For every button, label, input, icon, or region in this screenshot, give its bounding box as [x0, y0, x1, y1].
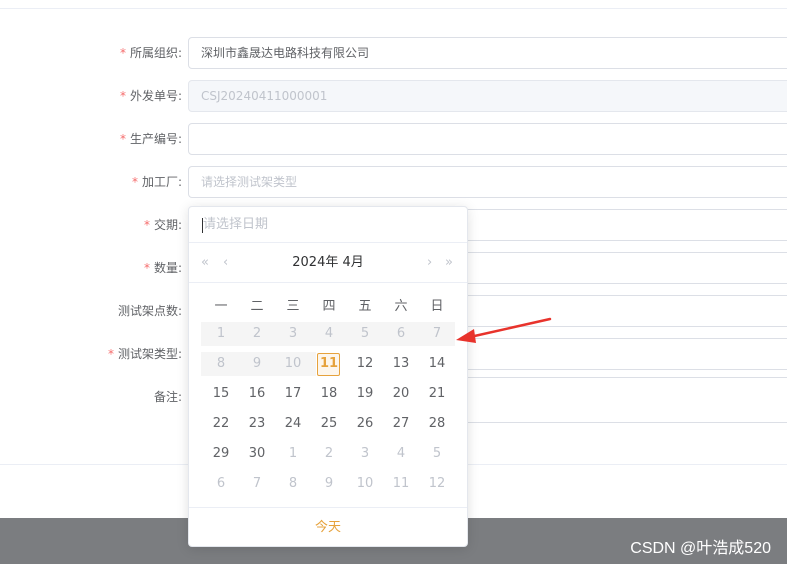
calendar-day[interactable]: 11 — [311, 352, 347, 376]
form-row-prod: * 生产编号: — [0, 123, 787, 155]
factory-select[interactable]: 请选择测试架类型 — [188, 166, 787, 198]
calendar-day[interactable]: 14 — [419, 352, 455, 376]
date-picker-input[interactable]: 请选择日期 — [189, 207, 467, 243]
required-mark: * — [143, 218, 150, 232]
date-picker-title[interactable]: 2024年 4月 — [189, 243, 467, 283]
next-year-button[interactable]: » — [445, 243, 453, 283]
calendar-day[interactable]: 27 — [383, 412, 419, 436]
calendar-day: 3 — [288, 326, 298, 341]
form-row-order: * 外发单号: CSJ20240411000001 — [0, 80, 787, 112]
required-mark: * — [119, 46, 126, 60]
red-arrow-annotation — [456, 317, 552, 343]
required-mark: * — [119, 132, 126, 146]
type-label: * 测试架类型: — [108, 338, 182, 370]
calendar-day: 2 — [252, 326, 262, 341]
date-picker-header: « ‹ 2024年 4月 › » — [189, 243, 467, 283]
calendar-day[interactable]: 7 — [239, 472, 275, 496]
calendar-day[interactable]: 24 — [275, 412, 311, 436]
prod-label-text: 生产编号: — [129, 132, 182, 146]
date-picker-panel: 请选择日期 « ‹ 2024年 4月 › » 一二三四五六日 123456789… — [188, 206, 468, 547]
org-input[interactable]: 深圳市鑫晟达电路科技有限公司 — [188, 37, 787, 69]
today-button[interactable]: 今天 — [189, 507, 467, 547]
delivery-label-text: 交期: — [153, 218, 182, 232]
calendar-day[interactable]: 30 — [239, 442, 275, 466]
calendar-day[interactable]: 25 — [311, 412, 347, 436]
calendar-day: 8 — [216, 356, 226, 371]
calendar-day[interactable]: 13 — [383, 352, 419, 376]
type-label-text: 测试架类型: — [117, 347, 182, 361]
arrow-shaft — [468, 317, 552, 339]
required-mark: * — [107, 347, 114, 361]
points-label: 测试架点数: — [117, 304, 182, 318]
form-row-factory: * 加工厂: 请选择测试架类型 — [0, 166, 787, 198]
calendar-day: 6 — [396, 326, 406, 341]
calendar-day[interactable]: 17 — [275, 382, 311, 406]
org-label: * 所属组织: — [120, 37, 182, 69]
org-label-text: 所属组织: — [129, 46, 182, 60]
calendar-day[interactable]: 15 — [203, 382, 239, 406]
calendar-day[interactable]: 19 — [347, 382, 383, 406]
watermark: CSDN @叶浩成520 — [630, 540, 771, 557]
required-mark: * — [131, 175, 138, 189]
calendar-day[interactable]: 6 — [203, 472, 239, 496]
calendar-day[interactable]: 12 — [419, 472, 455, 496]
form-row-org: * 所属组织: 深圳市鑫晟达电路科技有限公司 — [0, 37, 787, 69]
text-caret — [202, 218, 203, 233]
calendar-day[interactable]: 2 — [311, 442, 347, 466]
date-picker-placeholder: 请选择日期 — [203, 217, 269, 232]
factory-label-text: 加工厂: — [141, 175, 182, 189]
calendar-day[interactable]: 5 — [419, 442, 455, 466]
delivery-label: * 交期: — [144, 209, 182, 241]
calendar-day: 4 — [324, 326, 334, 341]
required-mark: * — [119, 89, 126, 103]
weekday-label: 二 — [250, 299, 264, 314]
calendar-day[interactable]: 11 — [383, 472, 419, 496]
weekday-label: 一 — [214, 299, 228, 314]
weekday-label: 五 — [358, 299, 372, 314]
calendar-day[interactable]: 28 — [419, 412, 455, 436]
calendar-day: 7 — [432, 326, 442, 341]
calendar-day[interactable]: 21 — [419, 382, 455, 406]
calendar-day[interactable]: 18 — [311, 382, 347, 406]
weekday-label: 四 — [322, 299, 336, 314]
calendar-day[interactable]: 23 — [239, 412, 275, 436]
calendar-day[interactable]: 22 — [203, 412, 239, 436]
top-divider — [0, 8, 787, 9]
weekday-label: 三 — [286, 299, 300, 314]
qty-label-text: 数量: — [153, 261, 182, 275]
qty-label: * 数量: — [144, 252, 182, 284]
next-month-button[interactable]: › — [427, 243, 432, 283]
weekday-label: 日 — [430, 299, 444, 314]
calendar-day: 5 — [360, 326, 370, 341]
order-label-text: 外发单号: — [129, 89, 182, 103]
arrow-head — [456, 329, 476, 343]
calendar-day[interactable]: 12 — [347, 352, 383, 376]
calendar-day[interactable]: 8 — [275, 472, 311, 496]
prod-label: * 生产编号: — [120, 123, 182, 155]
weekday-label: 六 — [394, 299, 408, 314]
calendar-day: 10 — [284, 356, 302, 371]
calendar-day: 1 — [216, 326, 226, 341]
calendar-day[interactable]: 26 — [347, 412, 383, 436]
remark-label: 备注: — [153, 390, 182, 404]
order-input: CSJ20240411000001 — [188, 80, 787, 112]
order-label: * 外发单号: — [120, 80, 182, 112]
calendar-day[interactable]: 3 — [347, 442, 383, 466]
calendar-day[interactable]: 16 — [239, 382, 275, 406]
calendar-day[interactable]: 10 — [347, 472, 383, 496]
calendar-day[interactable]: 4 — [383, 442, 419, 466]
required-mark: * — [143, 261, 150, 275]
factory-label: * 加工厂: — [132, 166, 182, 198]
calendar-day[interactable]: 9 — [311, 472, 347, 496]
calendar-day[interactable]: 29 — [203, 442, 239, 466]
prod-input[interactable] — [188, 123, 787, 155]
calendar-day[interactable]: 20 — [383, 382, 419, 406]
calendar-day: 9 — [252, 356, 262, 371]
calendar-day[interactable]: 1 — [275, 442, 311, 466]
